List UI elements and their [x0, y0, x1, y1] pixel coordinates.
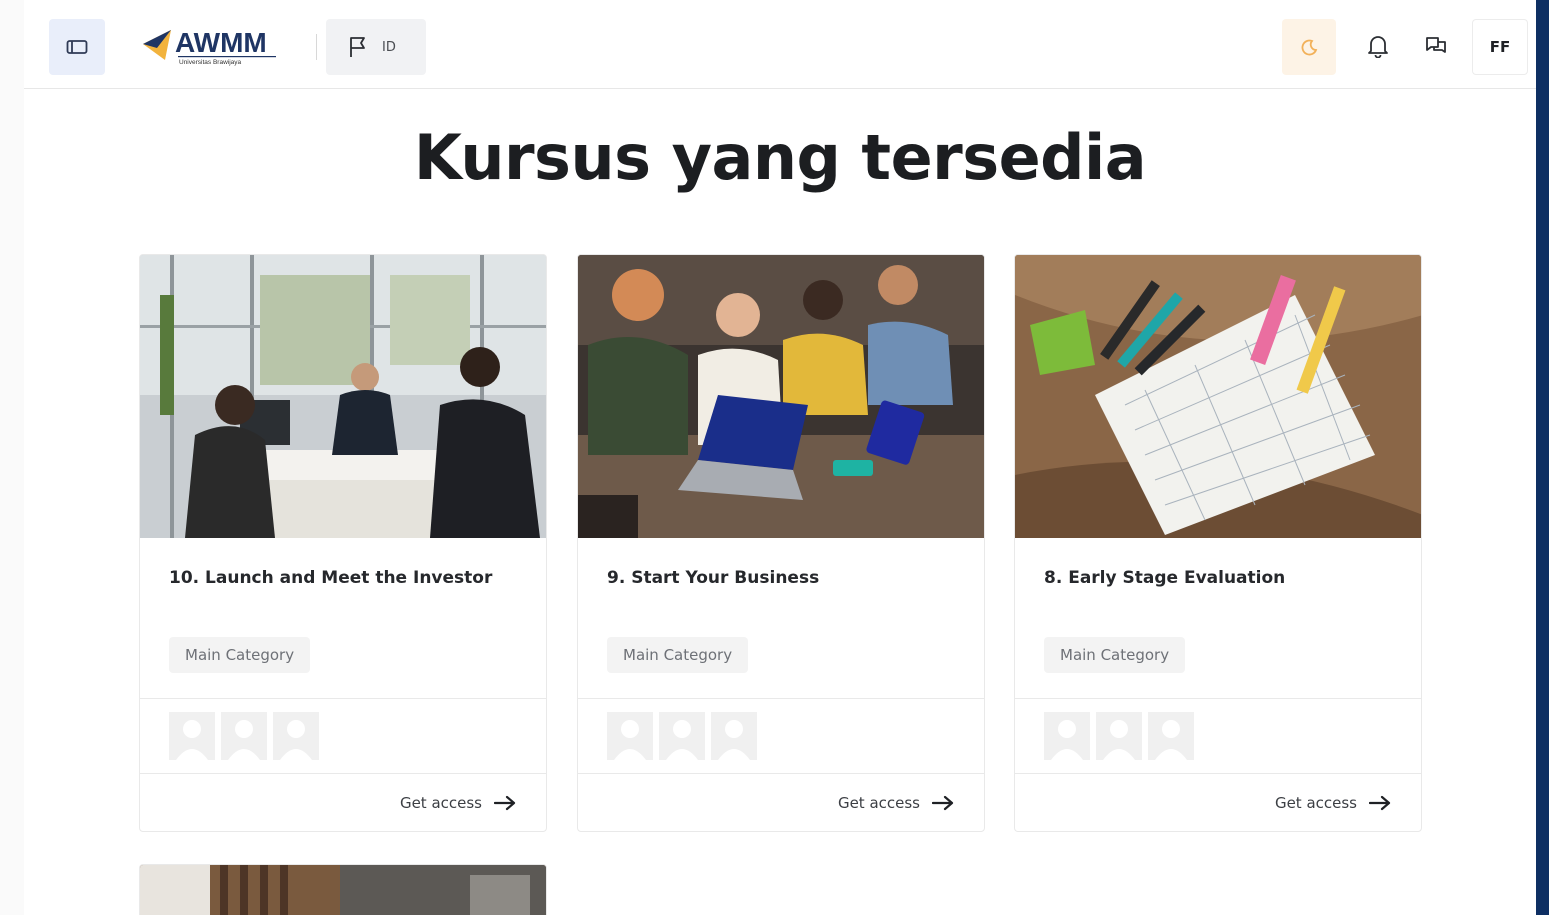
- awmm-logo-image: AWMM Universitas Brawijaya: [143, 27, 276, 66]
- logo-divider: [316, 34, 317, 60]
- course-title[interactable]: 9. Start Your Business: [607, 568, 967, 588]
- card-divider: [578, 773, 984, 774]
- user-avatar-button[interactable]: FF: [1472, 19, 1528, 75]
- page-left-margin: [0, 0, 24, 915]
- arrow-right-icon: [1369, 795, 1391, 811]
- course-title[interactable]: 10. Launch and Meet the Investor: [169, 568, 529, 588]
- course-thumbnail: [140, 865, 546, 915]
- user-placeholder-icon: [1096, 712, 1142, 760]
- user-placeholder-icon: [607, 712, 653, 760]
- top-navbar: AWMM Universitas Brawijaya ID FF: [24, 0, 1536, 89]
- get-access-label: Get access: [1274, 794, 1357, 812]
- course-thumbnail: [578, 255, 984, 538]
- user-placeholder-icon: [169, 712, 215, 760]
- user-placeholder-icon: [711, 712, 757, 760]
- card-divider: [1015, 698, 1421, 699]
- user-placeholder-icon: [1148, 712, 1194, 760]
- user-placeholder-icon: [273, 712, 319, 760]
- arrow-right-icon: [494, 795, 516, 811]
- course-category-badge: Main Category: [169, 637, 311, 673]
- chat-icon: [1426, 37, 1446, 53]
- card-divider: [140, 773, 546, 774]
- card-divider: [578, 698, 984, 699]
- enrolled-avatars: [169, 712, 319, 760]
- theme-toggle-button[interactable]: [1282, 19, 1336, 75]
- window-right-edge: [1536, 0, 1549, 915]
- course-thumbnail: [1015, 255, 1421, 538]
- get-access-link[interactable]: Get access: [838, 791, 954, 815]
- sidebar-toggle-button[interactable]: [49, 19, 105, 75]
- user-placeholder-icon: [1044, 712, 1090, 760]
- course-card[interactable]: 8. Early Stage Evaluation Main Category …: [1014, 254, 1422, 832]
- flag-icon: [350, 37, 365, 57]
- enrolled-avatars: [1044, 712, 1194, 760]
- bell-icon: [1368, 36, 1388, 58]
- notifications-button[interactable]: [1360, 28, 1396, 64]
- arrow-right-icon: [932, 795, 954, 811]
- course-card[interactable]: 9. Start Your Business Main Category Get…: [577, 254, 985, 832]
- course-category-badge: Main Category: [1044, 637, 1186, 673]
- get-access-link[interactable]: Get access: [1275, 791, 1391, 815]
- moon-icon: [1301, 39, 1318, 56]
- svg-text:AWMM: AWMM: [175, 27, 267, 58]
- messages-button[interactable]: [1418, 28, 1454, 64]
- site-logo[interactable]: AWMM Universitas Brawijaya: [141, 22, 286, 70]
- language-code: ID: [382, 39, 396, 55]
- language-switcher-button[interactable]: ID: [326, 19, 426, 75]
- card-divider: [140, 698, 546, 699]
- course-thumbnail: [140, 255, 546, 538]
- get-access-link[interactable]: Get access: [400, 791, 516, 815]
- course-card[interactable]: 10. Launch and Meet the Investor Main Ca…: [139, 254, 547, 832]
- course-category-badge: Main Category: [607, 637, 749, 673]
- get-access-label: Get access: [837, 794, 920, 812]
- user-placeholder-icon: [659, 712, 705, 760]
- course-card[interactable]: [139, 864, 547, 915]
- user-placeholder-icon: [221, 712, 267, 760]
- get-access-label: Get access: [399, 794, 482, 812]
- enrolled-avatars: [607, 712, 757, 760]
- page-title: Kursus yang tersedia: [413, 121, 1147, 194]
- course-title[interactable]: 8. Early Stage Evaluation: [1044, 568, 1404, 588]
- svg-text:Universitas Brawijaya: Universitas Brawijaya: [179, 59, 242, 66]
- sidebar-toggle-icon: [66, 40, 88, 54]
- card-divider: [1015, 773, 1421, 774]
